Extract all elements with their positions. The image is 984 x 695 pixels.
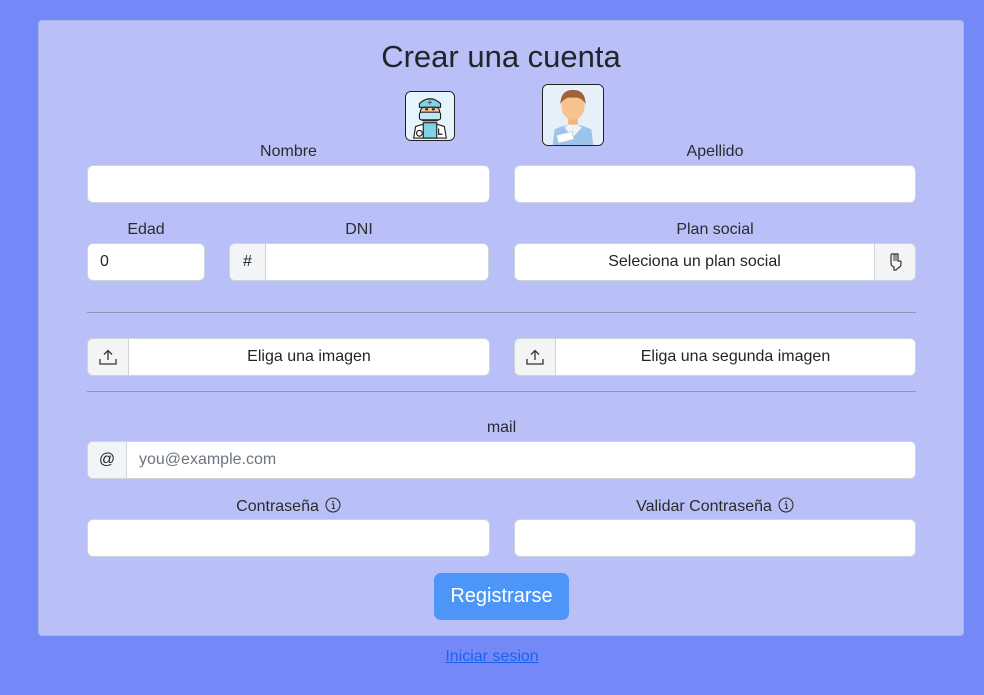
edad-label: Edad (127, 221, 165, 238)
register-card: Crear una cuenta + Nombre Apellido Edad … (38, 20, 964, 636)
password-label-row: Contraseña (87, 497, 490, 516)
password-confirm-field[interactable] (514, 519, 916, 557)
password-confirm-label-row: Validar Contraseña (514, 497, 916, 516)
plan-social-select[interactable]: Seleciona un plan social (514, 243, 916, 281)
page-title: Crear una cuenta (381, 39, 621, 74)
upload-icon[interactable] (88, 339, 129, 375)
doctor-avatar-icon[interactable]: + (405, 91, 455, 141)
imagen2-label[interactable]: Eliga una segunda imagen (556, 339, 915, 375)
imagen1-file-input[interactable]: Eliga una imagen (87, 338, 490, 376)
password-confirm-input[interactable] (515, 520, 915, 556)
edad-field[interactable] (87, 243, 205, 281)
svg-text:+: + (427, 98, 433, 106)
password-label: Contraseña (236, 498, 319, 515)
register-button[interactable]: Registrarse (434, 573, 569, 620)
plan-social-selected[interactable]: Seleciona un plan social (515, 244, 874, 280)
nombre-label: Nombre (260, 143, 317, 160)
apellido-label: Apellido (686, 143, 744, 160)
imagen1-label[interactable]: Eliga una imagen (129, 339, 489, 375)
divider-top (87, 312, 916, 313)
password-field[interactable] (87, 519, 490, 557)
info-icon[interactable] (778, 497, 794, 513)
patient-avatar-icon[interactable] (542, 84, 604, 146)
plan-social-label: Plan social (676, 221, 754, 238)
dni-group: # (229, 243, 489, 281)
nombre-input[interactable] (88, 166, 489, 202)
apellido-field[interactable] (514, 165, 916, 203)
mail-group: @ (87, 441, 916, 479)
apellido-input[interactable] (515, 166, 915, 202)
mail-input[interactable] (127, 442, 915, 478)
edad-input[interactable] (88, 244, 204, 280)
password-input[interactable] (88, 520, 489, 556)
dni-label: DNI (345, 221, 373, 238)
hand-pointing-down-icon[interactable] (874, 244, 915, 280)
mail-label: mail (486, 419, 517, 436)
nombre-field[interactable] (87, 165, 490, 203)
password-confirm-label: Validar Contraseña (636, 498, 772, 515)
login-link-row: Iniciar sesion (0, 648, 984, 666)
mail-prefix: @ (88, 442, 127, 478)
dni-input[interactable] (266, 244, 488, 280)
divider-bottom (87, 391, 916, 392)
upload-icon[interactable] (515, 339, 556, 375)
dni-prefix: # (230, 244, 266, 280)
info-icon[interactable] (325, 497, 341, 513)
login-link[interactable]: Iniciar sesion (445, 648, 538, 665)
imagen2-file-input[interactable]: Eliga una segunda imagen (514, 338, 916, 376)
